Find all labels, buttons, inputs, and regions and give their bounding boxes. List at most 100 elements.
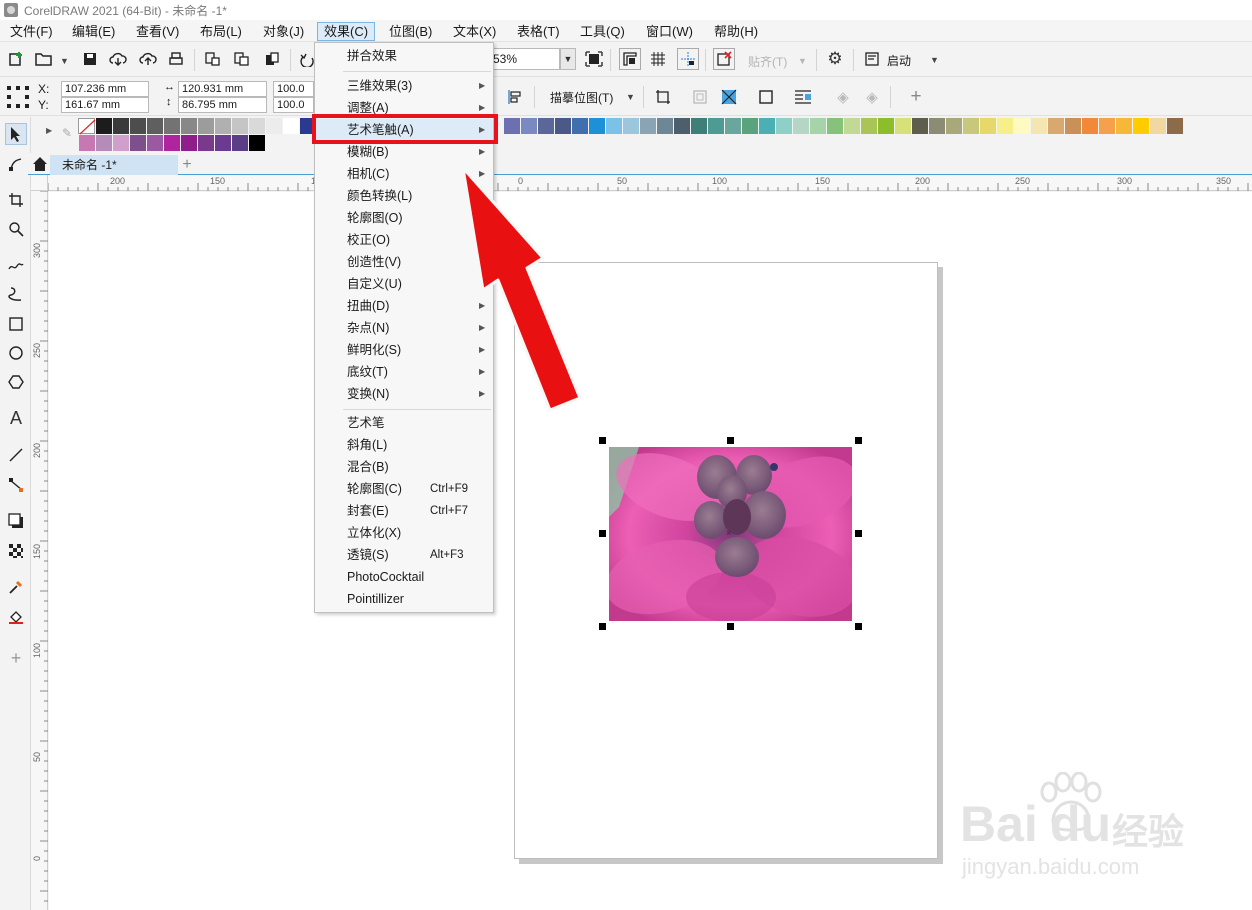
open-dropdown-icon[interactable]: ▼ [60, 56, 69, 66]
cloud-download-icon[interactable] [108, 49, 128, 69]
color-swatch[interactable] [1099, 118, 1116, 134]
save-icon[interactable] [80, 49, 100, 69]
add-tool-icon[interactable]: + [5, 647, 27, 669]
color-swatch[interactable] [266, 118, 283, 134]
show-grid-icon[interactable] [648, 49, 668, 69]
effects-menu-item[interactable]: 立体化(X) [315, 522, 493, 544]
color-swatch[interactable] [640, 118, 657, 134]
menu-item[interactable]: 窗口(W) [640, 22, 699, 41]
color-swatch[interactable] [96, 118, 113, 134]
trace-dropdown-icon[interactable]: ▼ [626, 92, 635, 102]
color-swatch[interactable] [1116, 118, 1133, 134]
menu-item[interactable]: 对象(J) [257, 22, 310, 41]
effects-menu-item[interactable]: 拼合效果 [315, 45, 493, 67]
color-swatch[interactable] [793, 118, 810, 134]
color-swatch[interactable] [589, 118, 606, 134]
selection-handle-left[interactable] [599, 530, 606, 537]
color-swatch[interactable] [113, 118, 130, 134]
color-swatch[interactable] [113, 135, 130, 151]
color-swatch[interactable] [96, 135, 113, 151]
scale-height-field[interactable]: 100.0 [273, 97, 314, 113]
color-swatch[interactable] [147, 135, 164, 151]
launch-label[interactable]: 启动 [887, 52, 911, 69]
color-swatch[interactable] [1150, 118, 1167, 134]
selection-handle-top[interactable] [727, 437, 734, 444]
color-swatch[interactable] [674, 118, 691, 134]
color-swatch[interactable] [776, 118, 793, 134]
menu-item[interactable]: 工具(Q) [574, 22, 631, 41]
show-rulers-icon[interactable] [619, 48, 641, 70]
menu-item[interactable]: 位图(B) [383, 22, 438, 41]
zoom-to-page-icon[interactable] [584, 49, 604, 69]
arrange-back-icon[interactable]: ◈ [862, 87, 882, 107]
color-swatch[interactable] [606, 118, 623, 134]
effects-menu-item[interactable]: 轮廓图(C) Ctrl+F9 [315, 478, 493, 500]
color-swatch[interactable] [232, 118, 249, 134]
color-swatch[interactable] [1082, 118, 1099, 134]
color-swatch[interactable] [147, 118, 164, 134]
ellipse-tool-icon[interactable] [5, 342, 27, 364]
polygon-tool-icon[interactable] [5, 371, 27, 393]
color-swatch[interactable] [759, 118, 776, 134]
color-swatch[interactable] [861, 118, 878, 134]
transparency-tool-icon[interactable] [5, 540, 27, 562]
color-swatch[interactable] [657, 118, 674, 134]
color-swatch[interactable] [198, 135, 215, 151]
selection-handle-bottom[interactable] [727, 623, 734, 630]
color-swatch[interactable] [232, 135, 249, 151]
color-swatch[interactable] [198, 118, 215, 134]
zoom-tool-icon[interactable] [5, 218, 27, 240]
color-swatch[interactable] [249, 118, 266, 134]
selection-handle-top-right[interactable] [855, 437, 862, 444]
artistic-media-tool-icon[interactable] [5, 283, 27, 305]
color-swatch[interactable] [572, 118, 589, 134]
cloud-upload-icon[interactable] [138, 49, 158, 69]
color-swatch[interactable] [215, 135, 232, 151]
bounding-box-icon[interactable] [756, 87, 776, 107]
crop-bitmap-icon[interactable] [653, 87, 673, 107]
freehand-tool-icon[interactable] [5, 253, 27, 275]
width-field[interactable]: 120.931 mm [178, 81, 267, 97]
x-position-field[interactable]: 107.236 mm [61, 81, 149, 97]
menu-item[interactable]: 编辑(E) [66, 22, 121, 41]
new-tab-icon[interactable]: + [178, 155, 196, 175]
color-swatch[interactable] [504, 118, 521, 134]
horizontal-ruler[interactable]: 200150100050100150200250300350 [48, 175, 1252, 191]
zoom-level-field[interactable]: 53% [488, 48, 560, 70]
vertical-ruler[interactable]: 300 250 200 150 100 50 0 [31, 191, 48, 910]
snap-to-label[interactable]: 贴齐(T) [748, 53, 787, 70]
effects-menu-item[interactable]: 封套(E) Ctrl+F7 [315, 500, 493, 522]
effects-menu-item[interactable]: PhotoCocktail [315, 566, 493, 588]
pick-tool-icon[interactable] [5, 123, 27, 145]
color-swatch[interactable] [1133, 118, 1150, 134]
edit-bitmap-icon[interactable] [719, 87, 739, 107]
interactive-fill-tool-icon[interactable] [5, 606, 27, 628]
selection-handle-bottom-right[interactable] [855, 623, 862, 630]
crop-tool-icon[interactable] [5, 189, 27, 211]
print-icon[interactable] [166, 49, 186, 69]
home-icon[interactable] [32, 156, 48, 172]
color-swatch[interactable] [623, 118, 640, 134]
color-swatch[interactable] [827, 118, 844, 134]
color-swatch[interactable] [997, 118, 1014, 134]
scale-width-field[interactable]: 100.0 [273, 81, 314, 97]
trace-bitmap-button[interactable]: 描摹位图(T) [550, 89, 613, 106]
color-swatch[interactable] [164, 135, 181, 151]
parallel-dimension-tool-icon[interactable] [5, 444, 27, 466]
new-document-icon[interactable] [6, 49, 26, 69]
menu-item[interactable]: 文本(X) [447, 22, 502, 41]
selection-handle-top-left[interactable] [599, 437, 606, 444]
color-swatch[interactable] [844, 118, 861, 134]
color-swatch[interactable] [538, 118, 555, 134]
palette-expand-icon[interactable]: ▶ [46, 126, 52, 135]
rectangle-tool-icon[interactable] [5, 313, 27, 335]
arrange-forward-icon[interactable]: ◈ [833, 87, 853, 107]
color-swatch[interactable] [742, 118, 759, 134]
eyedropper-palette-icon[interactable]: ✎ [62, 126, 72, 140]
selection-handle-right[interactable] [855, 530, 862, 537]
no-color-swatch[interactable] [78, 118, 96, 135]
color-swatch[interactable] [1014, 118, 1031, 134]
effects-menu-item[interactable]: 斜角(L) [315, 434, 493, 456]
color-swatch[interactable] [980, 118, 997, 134]
align-icon[interactable] [506, 87, 526, 107]
